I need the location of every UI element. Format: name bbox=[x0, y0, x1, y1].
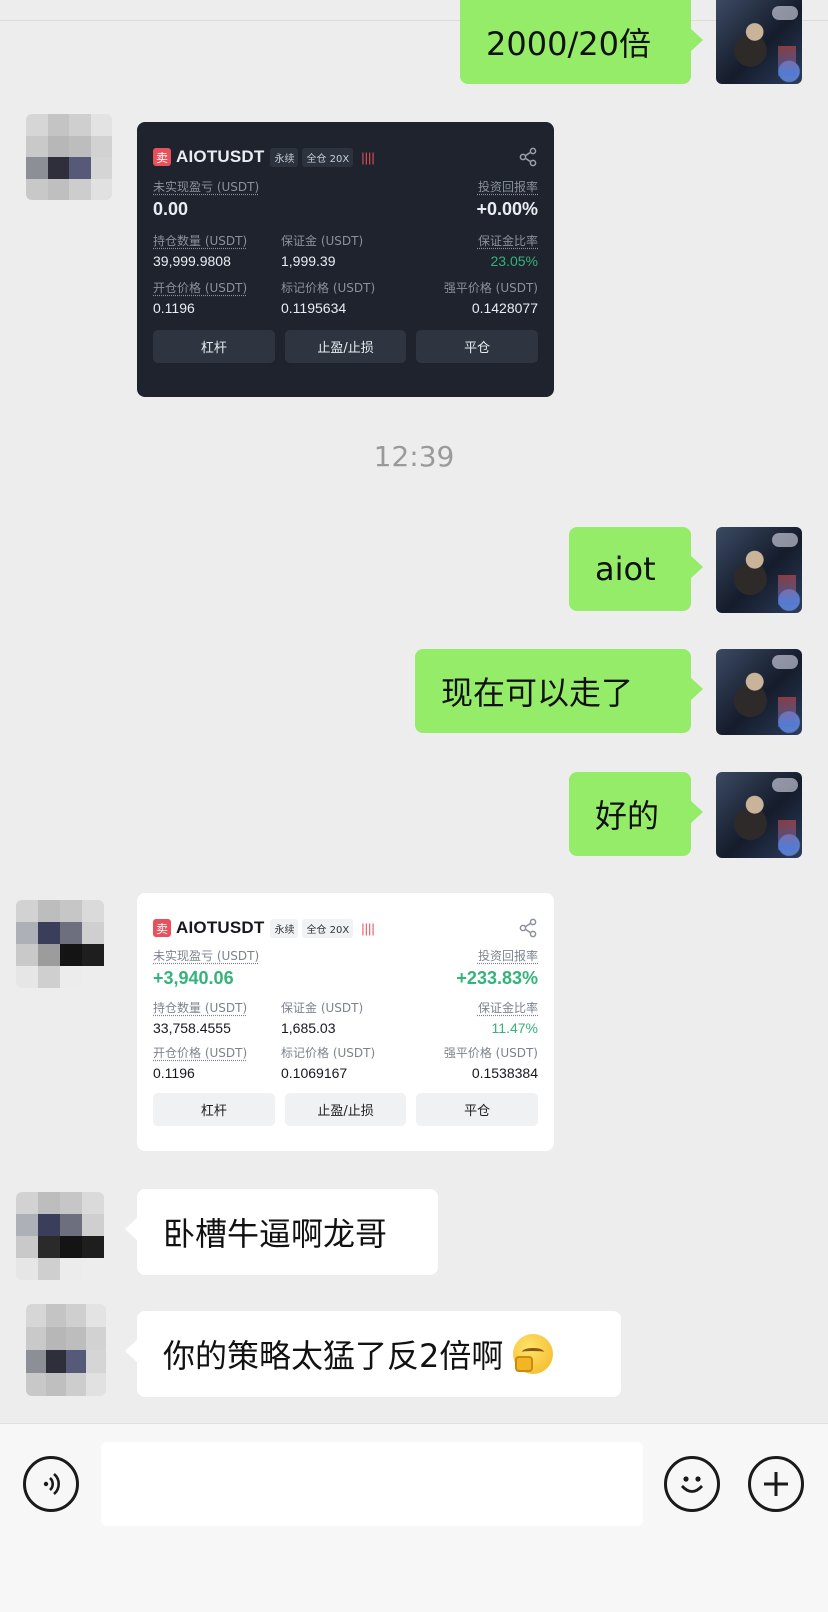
unrealized-pnl-value: 0.00 bbox=[153, 199, 189, 219]
avatar-contact[interactable] bbox=[26, 114, 112, 200]
plus-icon[interactable] bbox=[748, 1456, 804, 1512]
mark-price-value: 0.1195634 bbox=[281, 300, 347, 316]
message-bubble-self[interactable]: aiot bbox=[569, 527, 703, 611]
leverage-button[interactable]: 杠杆 bbox=[153, 1093, 275, 1126]
position-size-label: 持仓数量 (USDT) bbox=[153, 234, 248, 248]
message-bubble-self[interactable]: 现在可以走了 bbox=[415, 649, 703, 733]
sell-badge: 卖 bbox=[153, 919, 171, 937]
message-bubble-self[interactable]: 2000/20倍 bbox=[460, 0, 703, 84]
mark-price-value: 0.1069167 bbox=[281, 1065, 348, 1081]
message-text: 现在可以走了 bbox=[441, 674, 634, 712]
share-icon[interactable] bbox=[518, 147, 538, 167]
avatar-self[interactable] bbox=[716, 649, 802, 735]
avatar-contact[interactable] bbox=[26, 1304, 106, 1396]
message-text: 好的 bbox=[595, 797, 660, 835]
sell-badge: 卖 bbox=[153, 148, 171, 166]
margin-ratio-value: 11.47% bbox=[491, 1020, 538, 1036]
share-icon[interactable] bbox=[518, 918, 538, 938]
tag-perpetual: 永续 bbox=[270, 147, 299, 167]
liq-price-value: 0.1428077 bbox=[471, 300, 538, 316]
avatar-contact[interactable] bbox=[16, 1192, 104, 1280]
message-text: 你的策略太猛了反2倍啊 bbox=[163, 1337, 504, 1375]
entry-price-value: 0.1196 bbox=[153, 1065, 195, 1081]
margin-label: 保证金 (USDT) bbox=[281, 1001, 364, 1015]
symbol: AIOTUSDT bbox=[176, 147, 265, 166]
liq-price-label: 强平价格 (USDT) bbox=[443, 1046, 538, 1060]
card-header: 卖 AIOTUSDT 永续 全仓 20X |||| bbox=[153, 146, 538, 168]
position-card-light[interactable]: 卖 AIOTUSDT 永续 全仓 20X |||| 未实现盈亏 (USDT) +… bbox=[137, 893, 554, 1151]
emoji-icon[interactable] bbox=[664, 1456, 720, 1512]
smirk-emoji-icon bbox=[513, 1334, 554, 1374]
chat-timestamp: 12:39 bbox=[373, 440, 455, 473]
message-input[interactable] bbox=[101, 1442, 643, 1526]
tpsl-button[interactable]: 止盈/止损 bbox=[284, 330, 407, 363]
avatar-self[interactable] bbox=[716, 0, 802, 84]
roi-value: +0.00% bbox=[476, 199, 538, 219]
symbol: AIOTUSDT bbox=[176, 918, 265, 937]
roi-label: 投资回报率 bbox=[477, 949, 538, 963]
roi-label: 投资回报率 bbox=[477, 180, 538, 194]
input-bar bbox=[0, 1423, 828, 1612]
mark-price-label: 标记价格 (USDT) bbox=[281, 281, 376, 295]
tag-margin-mode: 全仓 20X bbox=[302, 147, 354, 167]
position-size-value: 33,758.4555 bbox=[153, 1020, 231, 1036]
avatar-self[interactable] bbox=[716, 772, 802, 858]
margin-value: 1,685.03 bbox=[281, 1020, 336, 1036]
entry-price-value: 0.1196 bbox=[153, 300, 195, 316]
tpsl-button[interactable]: 止盈/止损 bbox=[284, 1093, 407, 1126]
unrealized-pnl-label: 未实现盈亏 (USDT) bbox=[153, 180, 260, 194]
position-size-value: 39,999.9808 bbox=[153, 253, 231, 269]
message-text: 2000/20倍 bbox=[486, 25, 651, 63]
margin-ratio-label: 保证金比率 bbox=[477, 234, 538, 248]
tag-margin-mode: 全仓 20X bbox=[302, 918, 354, 938]
unrealized-pnl-value: +3,940.06 bbox=[153, 968, 234, 988]
tag-perpetual: 永续 bbox=[270, 918, 299, 938]
liq-price-label: 强平价格 (USDT) bbox=[443, 281, 538, 295]
margin-ratio-label: 保证金比率 bbox=[477, 1001, 538, 1015]
message-text: 卧槽牛逼啊龙哥 bbox=[163, 1215, 388, 1253]
margin-value: 1,999.39 bbox=[281, 253, 336, 269]
margin-label: 保证金 (USDT) bbox=[281, 234, 364, 248]
adl-indicator: |||| bbox=[361, 920, 375, 936]
close-position-button[interactable]: 平仓 bbox=[416, 330, 539, 363]
message-bubble-self[interactable]: 好的 bbox=[569, 772, 703, 856]
entry-price-label: 开仓价格 (USDT) bbox=[153, 1046, 248, 1060]
position-card-dark[interactable]: 卖 AIOTUSDT 永续 全仓 20X |||| 未实现盈亏 (USDT) 0… bbox=[137, 122, 554, 397]
position-size-label: 持仓数量 (USDT) bbox=[153, 1001, 248, 1015]
card-header: 卖 AIOTUSDT 永续 全仓 20X |||| bbox=[153, 917, 538, 939]
message-bubble-other[interactable]: 你的策略太猛了反2倍啊 bbox=[125, 1311, 621, 1397]
avatar-self[interactable] bbox=[716, 527, 802, 613]
liq-price-value: 0.1538384 bbox=[471, 1065, 538, 1081]
margin-ratio-value: 23.05% bbox=[490, 253, 538, 269]
header-divider bbox=[0, 20, 828, 21]
mark-price-label: 标记价格 (USDT) bbox=[281, 1046, 376, 1060]
leverage-button[interactable]: 杠杆 bbox=[153, 330, 275, 363]
entry-price-label: 开仓价格 (USDT) bbox=[153, 281, 248, 295]
unrealized-pnl-label: 未实现盈亏 (USDT) bbox=[153, 949, 260, 963]
adl-indicator: |||| bbox=[361, 149, 375, 165]
avatar-contact[interactable] bbox=[16, 900, 104, 988]
message-bubble-other[interactable]: 卧槽牛逼啊龙哥 bbox=[125, 1189, 438, 1275]
close-position-button[interactable]: 平仓 bbox=[416, 1093, 539, 1126]
message-text: aiot bbox=[595, 550, 656, 588]
roi-value: +233.83% bbox=[456, 968, 538, 988]
voice-icon[interactable] bbox=[23, 1456, 79, 1512]
